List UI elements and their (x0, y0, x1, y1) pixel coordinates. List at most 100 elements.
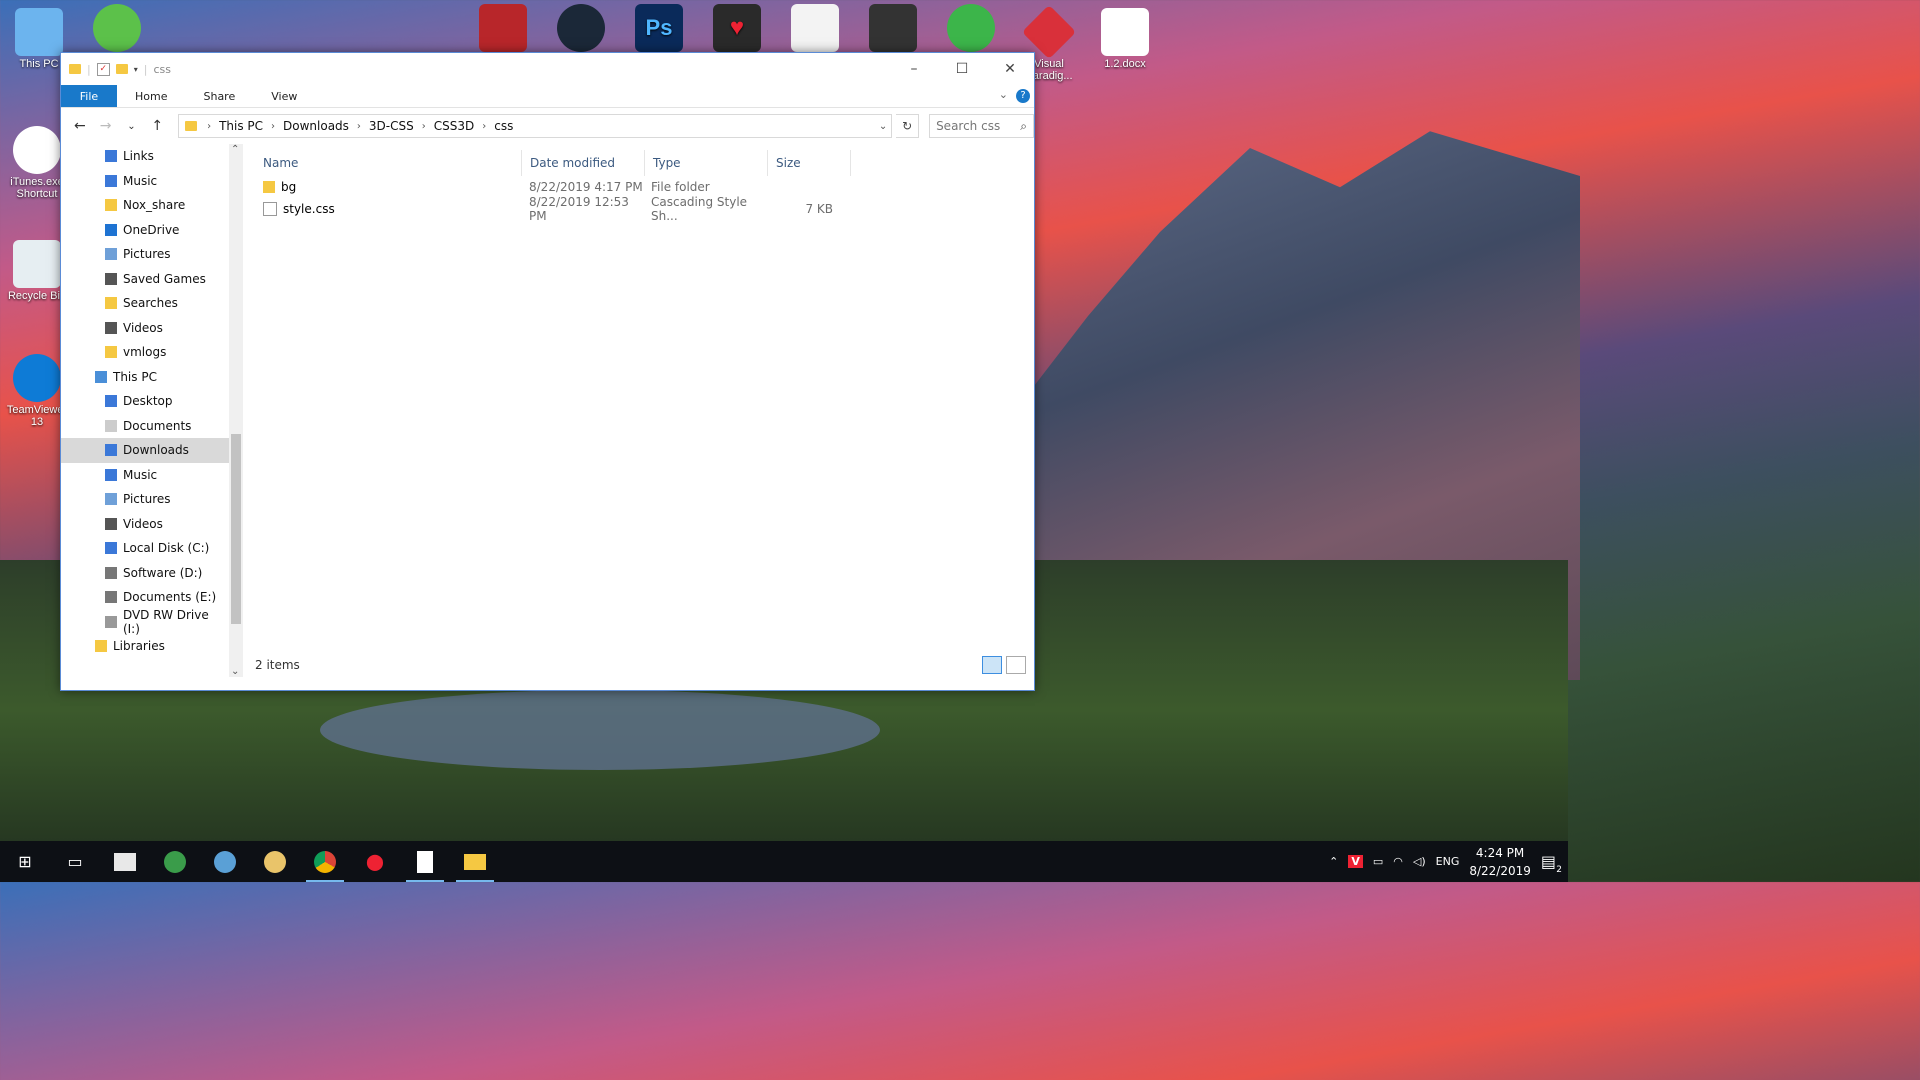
chevron-right-icon[interactable]: › (353, 121, 365, 132)
sidebar-item-nox-share[interactable]: Nox_share (61, 193, 229, 218)
downloads-folder-icon (105, 444, 117, 457)
sidebar-item-label: OneDrive (123, 222, 180, 237)
task-view-icon[interactable]: ▭ (50, 841, 100, 882)
back-arrow-icon[interactable]: ← (69, 118, 91, 134)
close-button[interactable]: ✕ (986, 53, 1034, 85)
sidebar-item-label: Desktop (123, 394, 173, 409)
sidebar-item-onedrive[interactable]: OneDrive (61, 218, 229, 243)
tab-share[interactable]: Share (185, 85, 253, 107)
address-bar[interactable]: › This PC › Downloads › 3D-CSS › CSS3D ›… (178, 114, 893, 138)
column-type[interactable]: Type (645, 150, 768, 176)
scroll-up-icon[interactable]: ⌃ (231, 144, 239, 155)
sidebar-item-this-pc[interactable]: This PC (61, 365, 229, 390)
start-icon[interactable]: ⊞ (0, 841, 50, 882)
desktop-icon-docx[interactable]: 1.2.docx (1088, 8, 1162, 70)
sidebar-item-music[interactable]: Music (61, 463, 229, 488)
file-row[interactable]: style.css 8/22/2019 12:53 PM Cascading Sty… (255, 195, 1034, 223)
chrome-icon[interactable] (300, 841, 350, 882)
maximize-button[interactable]: ☐ (938, 53, 986, 85)
sidebar-item-desktop[interactable]: Desktop (61, 389, 229, 414)
properties-icon[interactable]: ✓ (96, 62, 110, 76)
notepad-icon[interactable] (400, 841, 450, 882)
chevron-right-icon[interactable]: › (478, 121, 490, 132)
status-bar: 2 items (243, 653, 1034, 677)
breadcrumb-downloads[interactable]: Downloads (279, 119, 353, 133)
sidebar-item-music[interactable]: Music (61, 169, 229, 194)
breadcrumb-css[interactable]: css (490, 119, 517, 133)
action-center-icon[interactable]: ▤ 2 (1541, 852, 1562, 875)
sidebar-item-links[interactable]: Links (61, 144, 229, 169)
paint-icon[interactable] (150, 841, 200, 882)
folder-icon (185, 121, 198, 131)
sidebar-item-documents-e[interactable]: Documents (E:) (61, 585, 229, 610)
desktop-icon-app-green[interactable] (80, 4, 154, 54)
desktop-icon-app-321[interactable] (856, 4, 930, 54)
antivirus-icon[interactable]: V (1348, 855, 1363, 868)
desktop-icon-photoshop[interactable]: Ps (622, 4, 696, 54)
scrollbar-thumb[interactable] (231, 434, 241, 624)
sidebar-item-pictures[interactable]: Pictures (61, 487, 229, 512)
column-size[interactable]: Size (768, 150, 851, 176)
clock[interactable]: 4:24 PM 8/22/2019 (1469, 844, 1531, 880)
desktop-icon-app-send[interactable] (934, 4, 1008, 54)
paint-brush-icon[interactable] (250, 841, 300, 882)
sidebar-item-videos[interactable]: Videos (61, 316, 229, 341)
battery-icon[interactable]: ▭ (1373, 855, 1383, 868)
help-icon[interactable]: ? (1016, 89, 1030, 103)
sidebar-item-downloads[interactable]: Downloads (61, 438, 229, 463)
file-list: Name Date modified Type Size bg 8/22/2019… (243, 144, 1034, 677)
navigation-scrollbar[interactable]: ⌃ ⌄ (229, 144, 243, 677)
item-count: 2 items (255, 658, 300, 672)
forward-arrow-icon[interactable]: → (95, 118, 117, 134)
sidebar-item-pictures[interactable]: Pictures (61, 242, 229, 267)
app-icon[interactable]: ⬤ (350, 841, 400, 882)
volume-icon[interactable]: ◁) (1413, 855, 1426, 868)
desktop-icon-app-dragon[interactable] (466, 4, 540, 54)
chevron-right-icon[interactable]: › (418, 121, 430, 132)
sidebar-item-label: DVD RW Drive (I:) (122, 607, 209, 636)
chevron-up-icon[interactable]: ⌃ (1329, 855, 1338, 868)
app-icon[interactable] (100, 841, 150, 882)
up-arrow-icon[interactable]: ↑ (146, 118, 168, 134)
itunes-icon (13, 126, 61, 174)
sidebar-item-videos[interactable]: Videos (61, 512, 229, 537)
tab-view[interactable]: View (253, 85, 315, 107)
chevron-right-icon[interactable]: › (267, 121, 279, 132)
customize-toolbar-icon[interactable]: ▾ (134, 65, 138, 74)
desktop-icon-app-video[interactable] (778, 4, 852, 54)
new-folder-icon[interactable] (115, 64, 128, 74)
breadcrumb-3d-css[interactable]: 3D-CSS (365, 119, 418, 133)
language-indicator[interactable]: ENG (1436, 855, 1460, 868)
breadcrumb-css3d[interactable]: CSS3D (430, 119, 479, 133)
minimize-button[interactable]: – (890, 53, 938, 85)
sidebar-item-documents[interactable]: Documents (61, 414, 229, 439)
expand-ribbon-icon[interactable]: ⌄ (999, 88, 1008, 101)
sidebar-item-dvd-rw-drive-i[interactable]: DVD RW Drive (I:) (61, 607, 229, 636)
wifi-icon[interactable]: ◠ (1393, 855, 1403, 868)
sidebar-item-saved-games[interactable]: Saved Games (61, 267, 229, 292)
sidebar-item-local-disk-c[interactable]: Local Disk (C:) (61, 536, 229, 561)
column-date-modified[interactable]: Date modified (522, 150, 645, 176)
large-icons-view-icon[interactable] (1006, 656, 1026, 674)
recent-locations-icon[interactable]: ⌄ (121, 121, 143, 132)
sidebar-item-searches[interactable]: Searches (61, 291, 229, 316)
file-explorer-icon[interactable] (450, 841, 500, 882)
tab-file[interactable]: File (61, 85, 117, 107)
title-bar[interactable]: | ✓ ▾ | css – ☐ ✕ (61, 53, 1034, 85)
desktop-icon-app-heart[interactable]: ♥ (700, 4, 774, 54)
teamviewer-icon (13, 354, 61, 402)
search-input[interactable]: Search css ⌕ (929, 114, 1034, 138)
sidebar-item-libraries[interactable]: Libraries (61, 634, 229, 659)
sidebar-item-software-d[interactable]: Software (D:) (61, 561, 229, 586)
breadcrumb-this-pc[interactable]: This PC (215, 119, 267, 133)
details-view-icon[interactable] (982, 656, 1002, 674)
column-name[interactable]: Name (255, 150, 522, 176)
app-icon[interactable] (200, 841, 250, 882)
chevron-down-icon[interactable]: ⌄ (879, 121, 887, 132)
desktop-icon-steam[interactable] (544, 4, 618, 54)
scroll-down-icon[interactable]: ⌄ (231, 666, 239, 677)
tab-home[interactable]: Home (117, 85, 185, 107)
sidebar-item-vmlogs[interactable]: vmlogs (61, 340, 229, 365)
chevron-right-icon[interactable]: › (203, 121, 215, 132)
refresh-icon[interactable]: ↻ (896, 114, 920, 138)
